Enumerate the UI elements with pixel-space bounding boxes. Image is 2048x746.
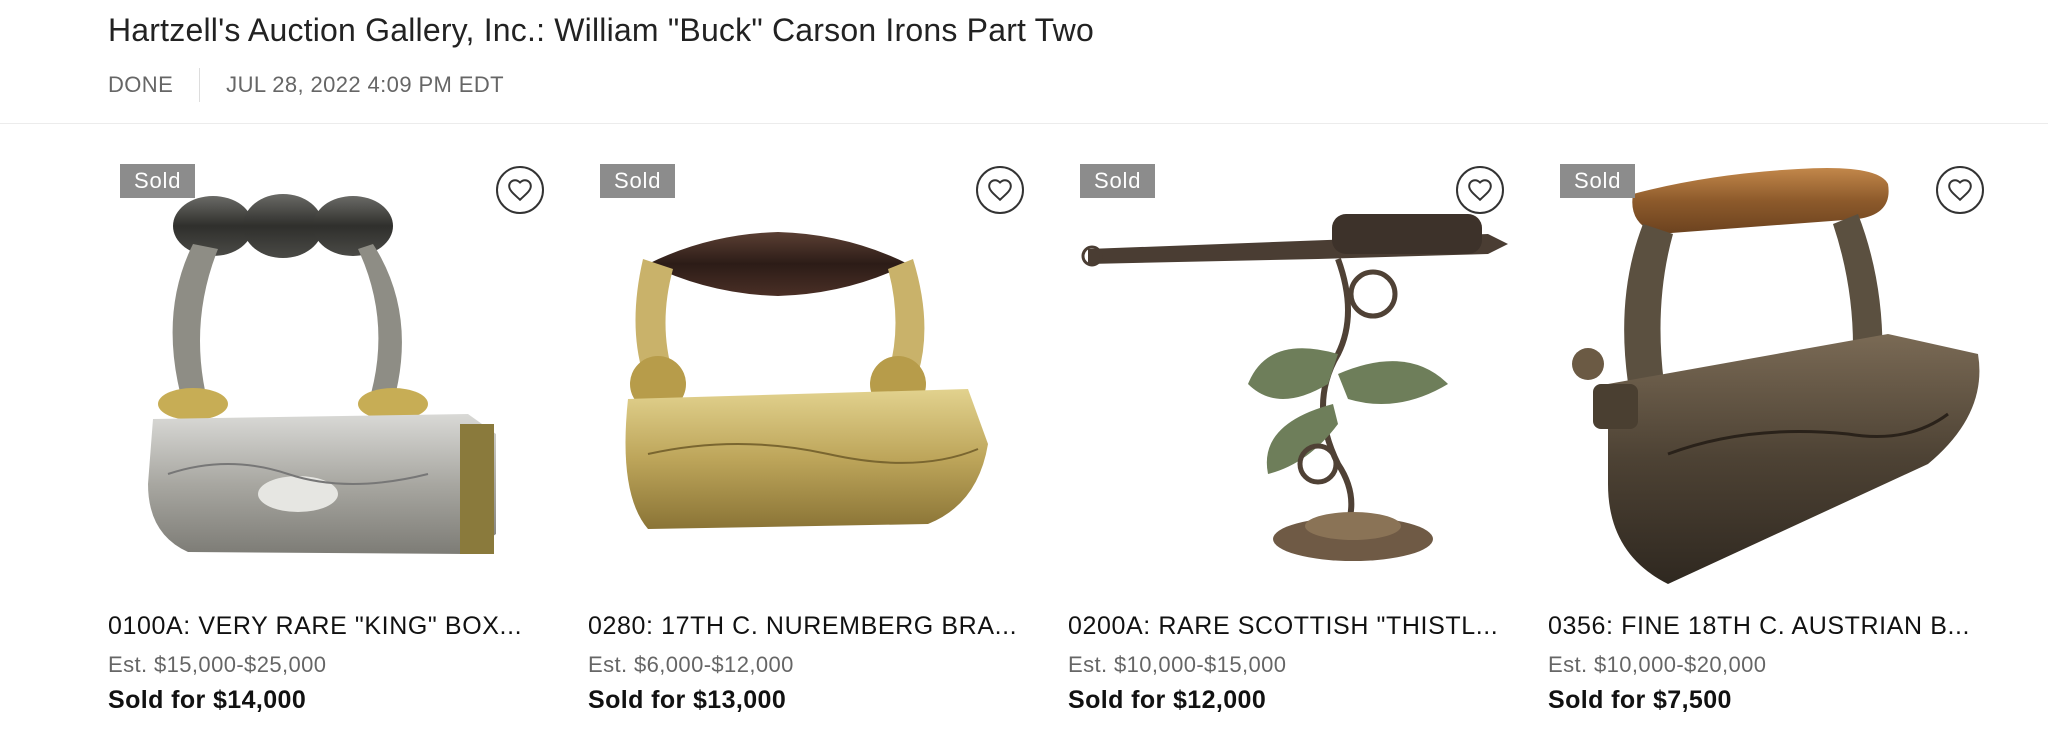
silver-box-iron-image[interactable] — [108, 154, 548, 594]
meta-divider — [199, 68, 201, 102]
sold-price: Sold for $12,000 — [1068, 686, 1267, 714]
sold-badge: Sold — [1560, 164, 1636, 198]
lot-estimate: Est. $6,000-$12,000 — [588, 652, 794, 677]
lot-estimate: Est. $10,000-$15,000 — [1068, 652, 1287, 677]
lot-card[interactable]: Sold 0200A: RARE SCOTTISH "THISTL... Est… — [1068, 154, 1508, 714]
auction-meta: DONE JUL 28, 2022 4:09 PM EDT — [108, 68, 504, 102]
brass-iron-illustration — [625, 232, 988, 529]
brass-iron-image[interactable] — [588, 154, 1028, 594]
lot-title[interactable]: 0280: 17TH C. NUREMBERG BRA... — [588, 612, 1028, 641]
sold-price: Sold for $13,000 — [588, 686, 787, 714]
favorite-button[interactable] — [1456, 166, 1504, 214]
favorite-button[interactable] — [1936, 166, 1984, 214]
thistle-iron-stand-illustration — [1081, 214, 1508, 561]
lot-estimate: Est. $15,000-$25,000 — [108, 652, 327, 677]
auction-datetime: JUL 28, 2022 4:09 PM EDT — [226, 72, 504, 97]
auction-status: DONE — [108, 72, 174, 97]
sold-badge: Sold — [600, 164, 676, 198]
lot-card[interactable]: Sold 0356: FINE 18TH C. AUSTRIAN B... Es… — [1548, 154, 1988, 714]
heart-icon — [988, 179, 1012, 202]
heart-icon — [1948, 179, 1972, 202]
favorite-button[interactable] — [496, 166, 544, 214]
sold-price: Sold for $14,000 — [108, 686, 307, 714]
sold-badge: Sold — [1080, 164, 1156, 198]
lot-title[interactable]: 0200A: RARE SCOTTISH "THISTL... — [1068, 612, 1508, 641]
lot-title[interactable]: 0356: FINE 18TH C. AUSTRIAN B... — [1548, 612, 1988, 641]
lot-estimate: Est. $10,000-$20,000 — [1548, 652, 1767, 677]
austrian-box-iron-image[interactable] — [1548, 154, 1988, 594]
auction-title[interactable]: Hartzell's Auction Gallery, Inc.: Willia… — [108, 12, 1094, 49]
heart-icon — [508, 179, 532, 202]
auction-header: Hartzell's Auction Gallery, Inc.: Willia… — [0, 0, 2048, 124]
sold-badge: Sold — [120, 164, 196, 198]
austrian-box-iron-illustration — [1572, 168, 1980, 584]
favorite-button[interactable] — [976, 166, 1024, 214]
silver-box-iron-illustration — [148, 194, 496, 554]
sold-price: Sold for $7,500 — [1548, 686, 1732, 714]
lot-grid: Sold 0100A: VERY RARE "KING" BOX... Est.… — [0, 124, 2048, 746]
lot-title[interactable]: 0100A: VERY RARE "KING" BOX... — [108, 612, 548, 641]
heart-icon — [1468, 179, 1492, 202]
thistle-iron-stand-image[interactable] — [1068, 154, 1508, 594]
lot-card[interactable]: Sold 0100A: VERY RARE "KING" BOX... Est.… — [108, 154, 548, 714]
lot-card[interactable]: Sold 0280: 17TH C. NUREMBERG BRA... Est.… — [588, 154, 1028, 714]
